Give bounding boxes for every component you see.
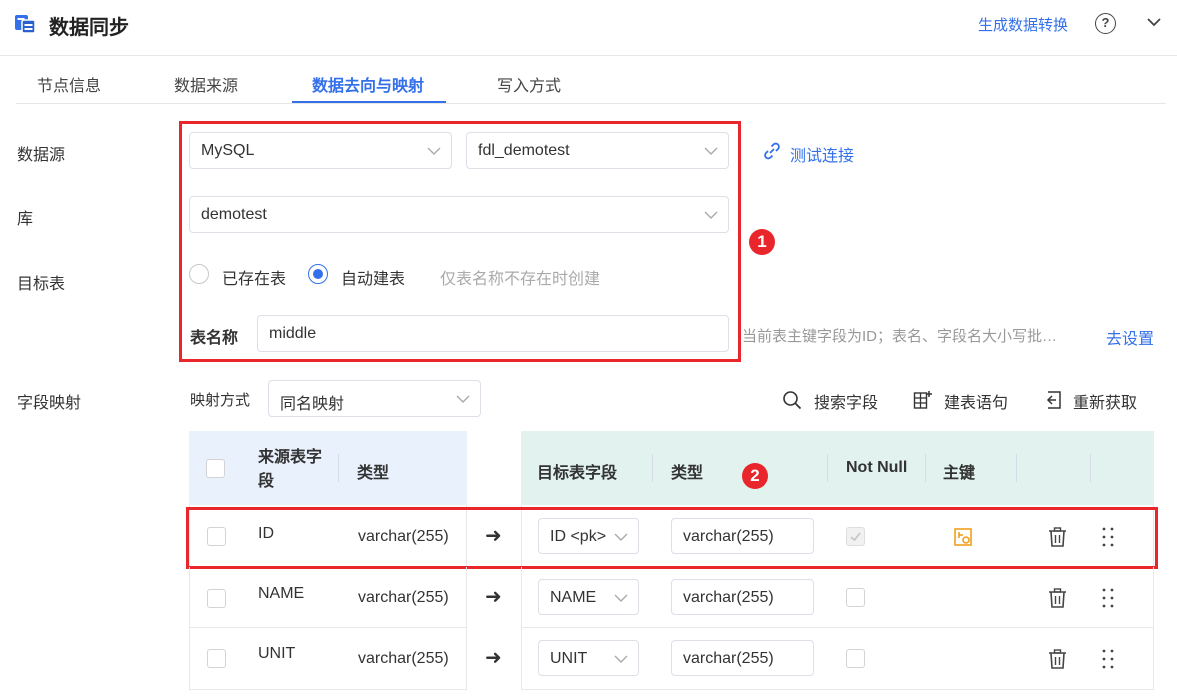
test-connection-button[interactable]: 测试连接	[762, 142, 854, 166]
field-mapping-label: 字段映射	[17, 395, 82, 412]
page-title: 数据同步	[49, 17, 129, 39]
table-add-icon	[913, 391, 932, 409]
tab-node-info[interactable]: 节点信息	[37, 72, 101, 96]
header-source-type: 类型	[357, 465, 390, 482]
help-icon[interactable]: ?	[1095, 13, 1116, 34]
header-source-field: 来源表字段	[258, 449, 323, 490]
source-type-cell: varchar(255)	[358, 650, 449, 667]
header-separator	[652, 454, 653, 482]
header-primary-key: 主键	[943, 465, 976, 482]
target-type-input[interactable]: varchar(255)	[671, 579, 814, 615]
target-table-header: 目标表字段 类型 Not Null 主键	[521, 431, 1154, 505]
table-row: NAME varchar(255)	[521, 567, 1154, 628]
select-all-checkbox[interactable]	[206, 459, 225, 478]
target-field-select[interactable]: NAME	[538, 579, 639, 615]
mapping-mode-label: 映射方式	[190, 392, 251, 409]
not-null-checkbox[interactable]	[846, 649, 865, 668]
annotation-badge-2: 2	[742, 463, 768, 489]
chevron-down-icon	[614, 594, 628, 602]
table-row: NAME varchar(255)	[189, 567, 467, 628]
mapping-arrow-icon: ➜	[485, 586, 502, 608]
data-sync-app-icon	[15, 15, 36, 34]
goto-settings-link[interactable]: 去设置	[1106, 325, 1154, 349]
header-separator	[338, 454, 339, 482]
table-row: UNIT varchar(255)	[189, 628, 467, 690]
refetch-label: 重新获取	[1073, 395, 1138, 412]
chevron-down-icon	[456, 395, 470, 403]
delete-icon[interactable]	[1048, 588, 1067, 608]
highlight-box-1	[179, 121, 741, 362]
primary-key-hint: 当前表主键字段为ID；表名、字段名大小写批…	[742, 328, 1058, 345]
tab-data-source[interactable]: 数据来源	[174, 72, 238, 96]
source-field-cell: UNIT	[258, 645, 296, 662]
row-checkbox[interactable]	[207, 589, 226, 608]
refresh-icon	[1046, 391, 1061, 409]
chevron-down-icon	[614, 655, 628, 663]
search-field-label: 搜索字段	[814, 395, 879, 412]
tab-divider	[16, 103, 1166, 104]
table-row: UNIT varchar(255)	[521, 628, 1154, 690]
source-field-cell: NAME	[258, 585, 305, 602]
datasource-label: 数据源	[17, 147, 66, 164]
header-target-field: 目标表字段	[537, 465, 618, 482]
header-target-type: 类型	[671, 465, 704, 482]
mapping-mode-select[interactable]: 同名映射	[268, 380, 481, 417]
drag-handle-icon[interactable]	[1100, 587, 1116, 609]
header-not-null: Not Null	[846, 459, 908, 476]
tab-bar: 节点信息 数据来源 数据去向与映射 写入方式	[0, 56, 1177, 105]
target-type-input[interactable]: varchar(255)	[671, 640, 814, 676]
source-table-header: 来源表字段 类型	[189, 431, 467, 505]
annotation-badge-1: 1	[749, 229, 775, 255]
target-field-value: NAME	[550, 589, 597, 606]
drag-handle-icon[interactable]	[1100, 648, 1116, 670]
search-field-button[interactable]: 搜索字段	[782, 389, 878, 413]
header-separator	[1016, 454, 1017, 482]
tab-data-destination-mapping[interactable]: 数据去向与映射	[312, 72, 424, 96]
test-connection-label: 测试连接	[790, 148, 855, 165]
create-table-statement-label: 建表语句	[944, 395, 1009, 412]
target-field-value: UNIT	[550, 650, 588, 667]
row-checkbox[interactable]	[207, 649, 226, 668]
mapping-arrow-icon: ➜	[485, 647, 502, 669]
not-null-checkbox[interactable]	[846, 588, 865, 607]
tab-write-mode[interactable]: 写入方式	[497, 72, 561, 96]
source-type-cell: varchar(255)	[358, 589, 449, 606]
header-separator	[925, 454, 926, 482]
link-icon	[764, 142, 780, 160]
refetch-button[interactable]: 重新获取	[1043, 389, 1137, 413]
create-table-statement-button[interactable]: 建表语句	[913, 389, 1008, 413]
page-header: 数据同步 生成数据转换 ?	[0, 0, 1177, 56]
search-icon	[783, 391, 802, 410]
header-separator	[827, 454, 828, 482]
delete-icon[interactable]	[1048, 649, 1067, 669]
target-field-select[interactable]: UNIT	[538, 640, 639, 676]
header-separator	[1090, 454, 1091, 482]
target-type-value: varchar(255)	[683, 650, 774, 667]
generate-data-transform-link[interactable]: 生成数据转换	[978, 14, 1068, 35]
mapping-mode-value: 同名映射	[280, 396, 345, 413]
highlight-box-2	[186, 507, 1158, 569]
target-table-label: 目标表	[17, 276, 66, 293]
target-type-value: varchar(255)	[683, 589, 774, 606]
chevron-down-icon[interactable]	[1146, 16, 1162, 28]
database-label: 库	[17, 211, 34, 228]
